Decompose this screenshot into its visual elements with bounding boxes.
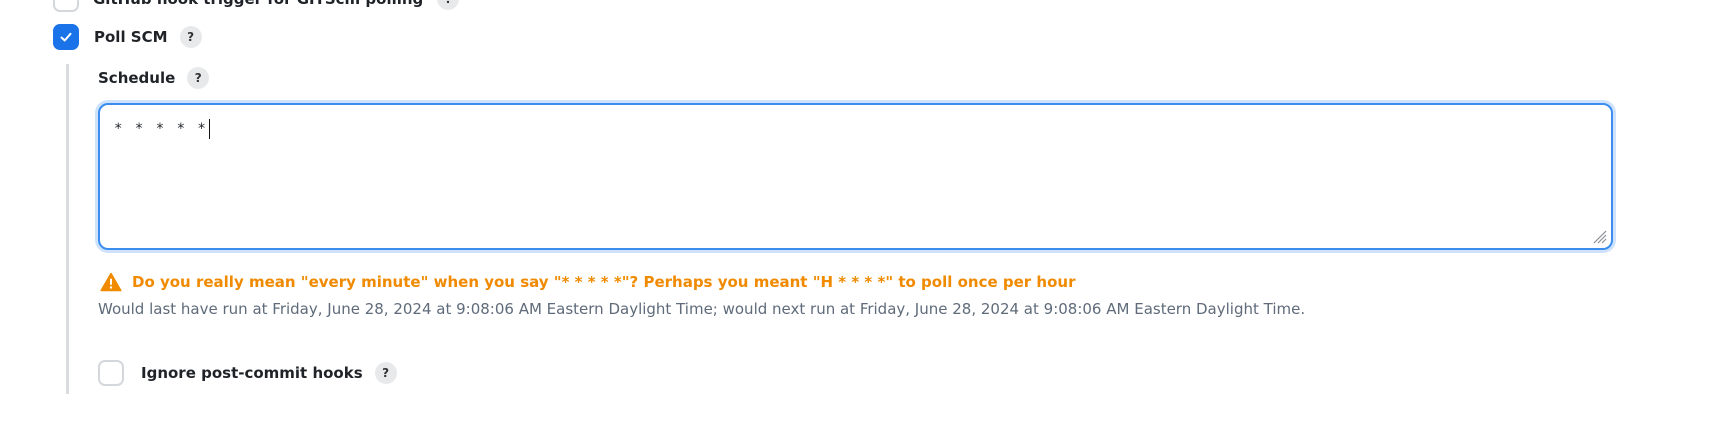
checkmark-icon: [60, 32, 72, 42]
warning-text: Do you really mean "every minute" when y…: [132, 273, 1076, 291]
schedule-warning: Do you really mean "every minute" when y…: [100, 272, 1075, 292]
ignore-post-commit-hooks-checkbox[interactable]: [98, 360, 124, 386]
schedule-run-info: Would last have run at Friday, June 28, …: [98, 300, 1306, 318]
warning-triangle-icon: [100, 272, 122, 292]
schedule-label: Schedule: [98, 69, 176, 87]
build-triggers-section: GitHub hook trigger for GITScm polling ?…: [0, 0, 1714, 423]
schedule-help-icon[interactable]: ?: [187, 67, 210, 89]
ignore-post-commit-hooks-label: Ignore post-commit hooks: [141, 364, 363, 382]
poll-scm-checkbox[interactable]: [53, 24, 79, 50]
schedule-textarea[interactable]: * * * * *: [98, 103, 1613, 250]
github-hook-trigger-option: GitHub hook trigger for GITScm polling ?: [53, 0, 460, 12]
ignore-hooks-help-icon[interactable]: ?: [374, 362, 397, 384]
text-caret: [208, 119, 211, 139]
poll-scm-option: Poll SCM ?: [53, 24, 202, 50]
github-hook-trigger-checkbox[interactable]: [53, 0, 79, 12]
poll-scm-help-icon[interactable]: ?: [179, 26, 202, 48]
help-icon[interactable]: ?: [437, 0, 460, 10]
resize-handle-icon[interactable]: [1591, 228, 1607, 244]
github-hook-trigger-label: GitHub hook trigger for GITScm polling: [93, 0, 423, 8]
schedule-header: Schedule ?: [98, 67, 210, 89]
ignore-post-commit-hooks-option: Ignore post-commit hooks ?: [98, 360, 397, 386]
poll-scm-label: Poll SCM: [94, 28, 168, 46]
schedule-textarea-value: * * * * *: [114, 119, 211, 139]
nested-section-indicator: [66, 64, 69, 394]
